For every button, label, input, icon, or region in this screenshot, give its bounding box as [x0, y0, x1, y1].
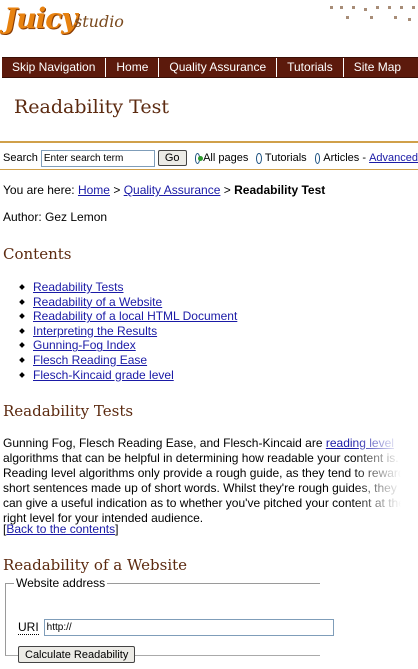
page-title: Readability Test: [14, 96, 169, 118]
breadcrumb-separator: >: [113, 183, 121, 197]
nav-skip-navigation[interactable]: Skip Navigation: [2, 58, 107, 77]
website-address-legend: Website address: [16, 576, 106, 590]
readability-tests-paragraph: Gunning Fog, Flesch Reading Ease, and Fl…: [3, 436, 413, 526]
breadcrumb-home-link[interactable]: Home: [78, 183, 110, 197]
list-item: Flesch-Kincaid grade level: [20, 368, 237, 383]
breadcrumb-current: Readability Test: [234, 183, 326, 197]
toc-link-gunning-fog[interactable]: Gunning-Fog Index: [33, 338, 136, 352]
calculate-readability-button[interactable]: Calculate Readability: [18, 646, 136, 663]
uri-row: URI: [18, 619, 334, 636]
breadcrumb-prefix: You are here:: [3, 183, 75, 197]
back-to-contents-link[interactable]: Back to the contents: [6, 522, 115, 536]
list-item: Flesch Reading Ease: [20, 353, 237, 368]
text-fade-overlay: [353, 436, 413, 526]
website-address-fieldset: Website address URI Calculate Readabilit…: [5, 576, 334, 663]
toc-link-flesch-reading-ease[interactable]: Flesch Reading Ease: [33, 353, 147, 367]
contents-list: Readability Tests Readability of a Websi…: [20, 280, 237, 382]
search-label: Search: [3, 152, 38, 164]
section-heading-readability-website: Readability of a Website: [3, 556, 188, 574]
list-item: Readability of a local HTML Document: [20, 309, 237, 324]
nav-home[interactable]: Home: [106, 58, 160, 77]
list-item: Interpreting the Results: [20, 324, 237, 339]
search-divider: [0, 169, 418, 170]
advanced-search-link[interactable]: Advanced: [369, 152, 418, 164]
search-input[interactable]: [40, 149, 155, 167]
toc-link-flesch-kincaid[interactable]: Flesch-Kincaid grade level: [33, 368, 174, 382]
toc-link-readability-tests[interactable]: Readability Tests: [33, 280, 124, 294]
logo-wordmark: Juicy: [4, 2, 78, 35]
toc-link-interpreting[interactable]: Interpreting the Results: [33, 324, 157, 338]
radio-tutorials[interactable]: [256, 152, 262, 164]
uri-input[interactable]: [43, 619, 334, 636]
breadcrumb-separator: >: [223, 183, 231, 197]
toc-link-readability-website[interactable]: Readability of a Website: [33, 295, 162, 309]
juicy-studio-logo[interactable]: Juicy studio: [2, 2, 152, 44]
breadcrumb-qa-link[interactable]: Quality Assurance: [124, 183, 221, 197]
author-line: Author: Gez Lemon: [3, 210, 108, 224]
nav-tutorials[interactable]: Tutorials: [277, 58, 344, 77]
go-button[interactable]: Go: [157, 150, 187, 166]
back-to-contents: [Back to the contents]: [3, 522, 118, 536]
title-divider: [0, 141, 418, 143]
nav-site-map[interactable]: Site Map: [344, 58, 411, 77]
list-item: Gunning-Fog Index: [20, 338, 237, 353]
list-item: Readability of a Website: [20, 295, 237, 310]
radio-tutorials-label: Tutorials: [264, 152, 307, 164]
nav-quality-assurance[interactable]: Quality Assurance: [159, 58, 278, 77]
radio-all-pages-label: All pages: [203, 152, 249, 164]
decorative-dots: [328, 4, 418, 26]
main-nav: Skip Navigation Home Quality Assurance T…: [2, 57, 418, 78]
contents-heading: Contents: [3, 245, 72, 263]
list-item: Readability Tests: [20, 280, 237, 295]
paragraph-text: algorithms that can be helpful in determ…: [3, 451, 405, 525]
paragraph-text: Gunning Fog, Flesch Reading Ease, and Fl…: [3, 436, 326, 450]
uri-label: URI: [18, 620, 39, 635]
breadcrumb: You are here: Home > Quality Assurance >…: [3, 183, 325, 197]
search-form: Search Go All pages Tutorials Articles -…: [3, 149, 418, 167]
radio-articles-label: Articles: [323, 152, 360, 164]
toc-link-local-html[interactable]: Readability of a local HTML Document: [33, 309, 237, 323]
logo-subtitle: studio: [74, 12, 124, 31]
bracket: ]: [115, 522, 119, 536]
radio-all-pages[interactable]: [194, 152, 202, 164]
radio-articles[interactable]: [314, 152, 321, 164]
section-heading-readability-tests: Readability Tests: [3, 402, 134, 420]
